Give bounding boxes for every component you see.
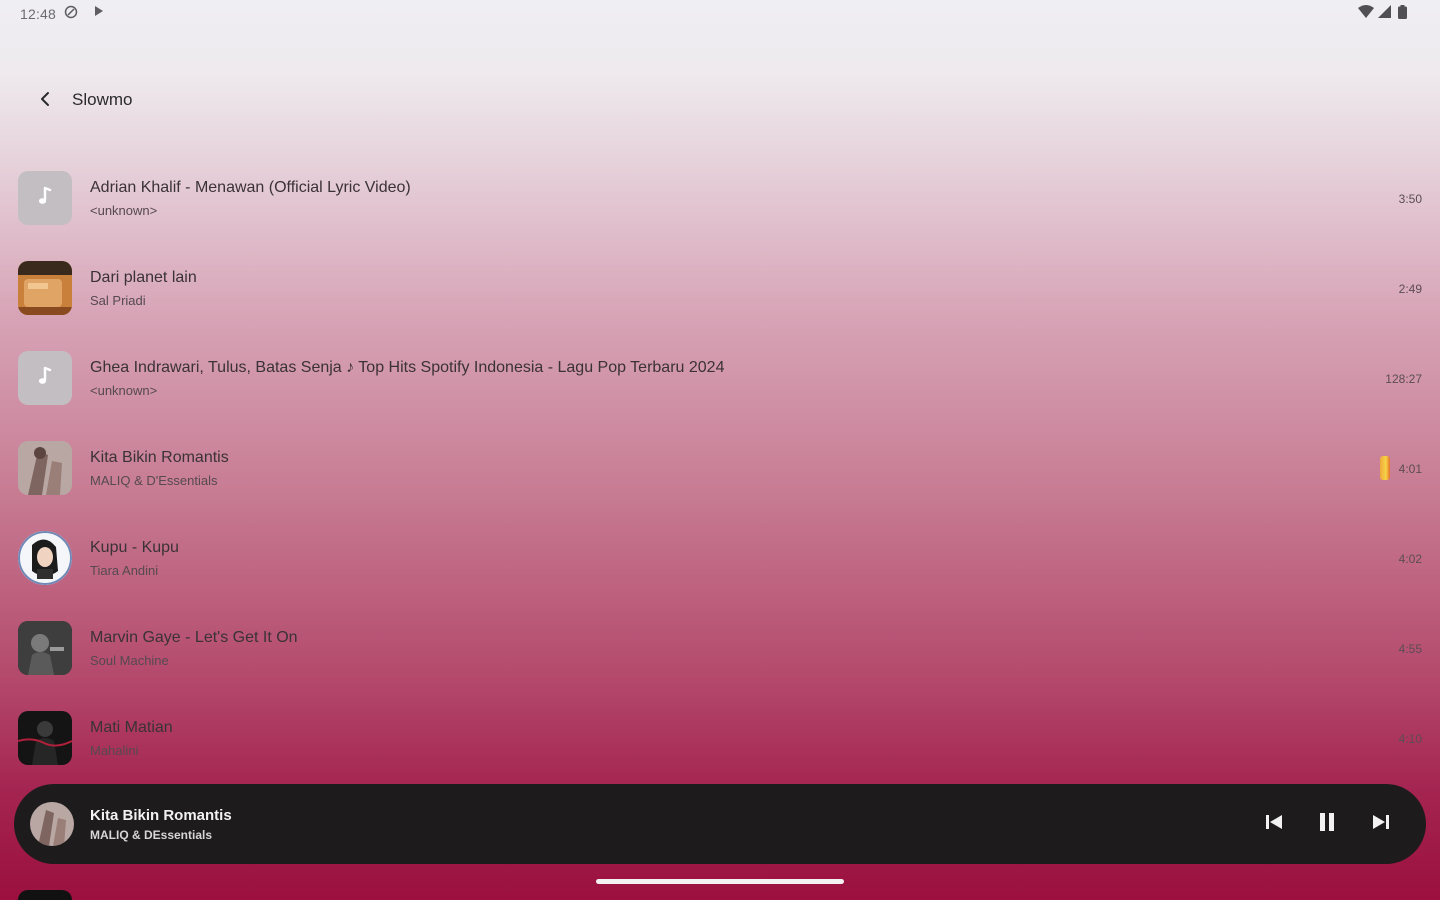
track-title: Kupu - Kupu [90, 539, 179, 556]
skip-next-icon [1372, 814, 1390, 835]
previous-button[interactable] [1260, 810, 1288, 838]
album-art [18, 890, 72, 900]
track-row[interactable]: Dari planet lain Sal Priadi 2:49 [0, 243, 1440, 333]
battery-icon [1398, 5, 1407, 22]
music-note-icon [37, 186, 53, 211]
track-artist: Tiara Andini [90, 563, 159, 578]
pause-icon [1318, 812, 1336, 837]
track-row[interactable]: Mati Matian Mahalini 4:10 [0, 693, 1440, 783]
track-duration: 4:55 [1398, 642, 1422, 656]
album-art [18, 441, 72, 495]
play-store-icon [94, 5, 104, 20]
now-playing-artist: MALIQ & DEssentials [90, 828, 213, 842]
track-title: Ghea Indrawari, Tulus, Batas Senja ♪ Top… [90, 359, 725, 376]
home-indicator[interactable] [596, 879, 844, 884]
track-artist: Sal Priadi [90, 293, 146, 308]
track-row[interactable]: Marvin Gaye - Let's Get It On Soul Machi… [0, 603, 1440, 693]
back-button[interactable] [30, 86, 60, 116]
status-time: 12:48 [20, 6, 57, 22]
track-title: Dari planet lain [90, 269, 197, 286]
album-art [18, 621, 72, 675]
pause-button[interactable] [1313, 810, 1341, 838]
track-row[interactable]: Adrian Khalif - Menawan (Official Lyric … [0, 153, 1440, 243]
track-duration: 2:49 [1398, 282, 1422, 296]
privacy-shield-icon [64, 5, 78, 22]
next-button[interactable] [1367, 810, 1395, 838]
track-title: Adrian Khalif - Menawan (Official Lyric … [90, 179, 411, 196]
skip-previous-icon [1265, 814, 1283, 835]
track-duration: 4:02 [1398, 552, 1422, 566]
track-row[interactable]: Kita Bikin Romantis MALIQ & D'Essentials… [0, 423, 1440, 513]
track-duration: 128:27 [1385, 372, 1422, 386]
album-art-placeholder [18, 171, 72, 225]
page-title: Slowmo [72, 90, 133, 109]
now-playing-title: Kita Bikin Romantis [90, 807, 232, 824]
track-row[interactable]: Ghea Indrawari, Tulus, Batas Senja ♪ Top… [0, 333, 1440, 423]
track-title: Marvin Gaye - Let's Get It On [90, 629, 298, 646]
top-app-bar: Slowmo [0, 78, 1440, 122]
track-artist: <unknown> [90, 203, 158, 218]
track-duration: 4:01 [1398, 462, 1422, 476]
track-artist: Mahalini [90, 743, 139, 758]
status-bar: 12:48 [0, 0, 1440, 28]
track-list: Adrian Khalif - Menawan (Official Lyric … [0, 153, 1440, 783]
now-playing-indicator [1380, 456, 1390, 480]
now-playing-art [30, 802, 74, 846]
mini-player[interactable]: Kita Bikin Romantis MALIQ & DEssentials [14, 784, 1426, 864]
track-artist: <unknown> [90, 383, 158, 398]
track-duration: 4:10 [1398, 732, 1422, 746]
album-art-placeholder [18, 351, 72, 405]
signal-icon [1378, 5, 1391, 21]
track-title: Kita Bikin Romantis [90, 449, 229, 466]
track-duration: 3:50 [1398, 192, 1422, 206]
album-art [18, 261, 72, 315]
music-note-icon [37, 366, 53, 391]
album-art [18, 711, 72, 765]
track-artist: MALIQ & D'Essentials [90, 473, 218, 488]
track-title: Mati Matian [90, 719, 173, 736]
track-artist: Soul Machine [90, 653, 169, 668]
album-art [18, 531, 72, 585]
track-row[interactable]: Kupu - Kupu Tiara Andini 4:02 [0, 513, 1440, 603]
chevron-left-icon [39, 91, 51, 112]
wifi-icon [1358, 5, 1374, 22]
